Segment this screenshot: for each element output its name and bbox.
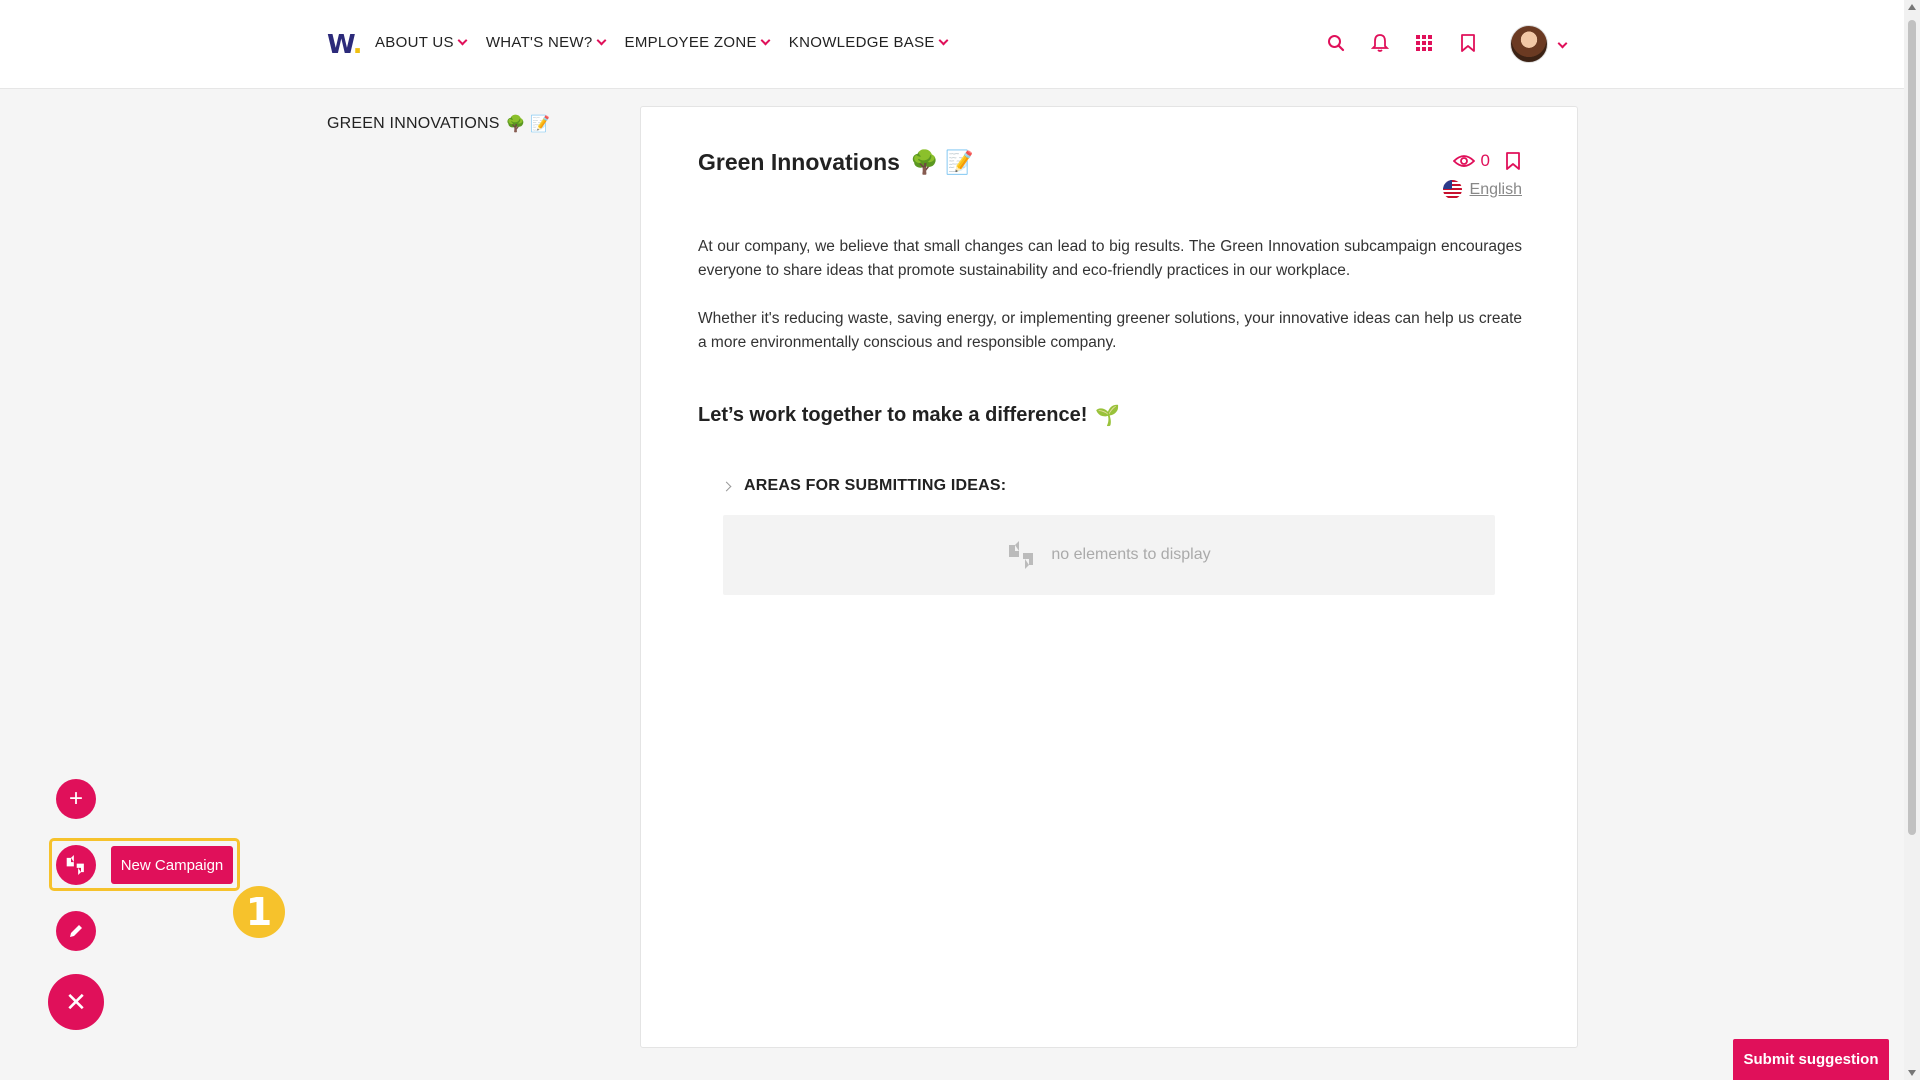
description-paragraph: At our company, we believe that small ch… (698, 238, 1522, 279)
breadcrumb-emoji: 🌳 📝 (505, 116, 551, 133)
language-selector[interactable]: English (1442, 180, 1522, 199)
title-emoji: 🌳 📝 (909, 149, 974, 175)
tutorial-step-badge: 1 (233, 886, 285, 938)
breadcrumb[interactable]: GREEN INNOVATIONS 🌳 📝 (327, 114, 551, 134)
nav-about-us[interactable]: ABOUT US (375, 34, 468, 51)
description-paragraph: Whether it's reducing waste, saving ener… (698, 310, 1522, 351)
new-campaign-button[interactable]: New Campaign (111, 846, 233, 884)
avatar[interactable] (1510, 25, 1548, 63)
new-campaign-icon-button[interactable] (56, 845, 96, 885)
chevron-down-icon (457, 35, 468, 46)
scroll-thumb[interactable] (1908, 20, 1916, 835)
pencil-icon (70, 925, 82, 937)
view-count: 0 (1480, 151, 1490, 170)
scroll-up-arrow[interactable] (1908, 4, 1916, 10)
ideas-icon (66, 855, 84, 875)
empty-state: no elements to display (723, 515, 1495, 595)
seedling-emoji: 🌱 (1095, 405, 1121, 427)
bookmark-icon[interactable] (1457, 30, 1479, 56)
top-icons (1325, 30, 1479, 56)
close-icon: ✕ (65, 986, 87, 1017)
chevron-down-icon (596, 35, 606, 46)
nav-whats-new[interactable]: WHAT'S NEW? (486, 34, 606, 51)
us-flag-icon (1442, 180, 1462, 199)
main-nav: ABOUT US WHAT'S NEW? EMPLOYEE ZONE KNOWL… (375, 34, 949, 51)
add-button[interactable]: + (56, 779, 96, 819)
bell-icon[interactable] (1369, 30, 1391, 56)
close-menu-button[interactable]: ✕ (48, 974, 104, 1030)
nav-employee-zone[interactable]: EMPLOYEE ZONE (625, 34, 771, 51)
bookmark-icon[interactable] (1504, 151, 1522, 171)
top-navigation-bar: W. ABOUT US WHAT'S NEW? EMPLOYEE ZONE KN… (0, 0, 1904, 89)
view-meta: 0 (1452, 151, 1522, 171)
apps-grid-icon[interactable] (1413, 30, 1435, 56)
section-heading: Let’s work together to make a difference… (698, 404, 1121, 427)
ideas-icon (1009, 541, 1034, 569)
campaign-description: At our company, we believe that small ch… (698, 235, 1522, 379)
areas-accordion-toggle[interactable]: AREAS FOR SUBMITTING IDEAS: (721, 477, 1006, 495)
submit-suggestion-button[interactable]: Submit suggestion (1733, 1039, 1889, 1080)
breadcrumb-label: GREEN INNOVATIONS (327, 115, 500, 132)
chevron-down-icon (938, 35, 949, 46)
edit-button[interactable] (56, 911, 96, 951)
chevron-right-icon (721, 481, 732, 491)
empty-state-text: no elements to display (1051, 546, 1211, 563)
nav-knowledge-base[interactable]: KNOWLEDGE BASE (789, 34, 949, 51)
page-title: Green Innovations 🌳 📝 (698, 149, 974, 175)
eye-icon (1452, 155, 1475, 167)
chevron-down-icon (760, 35, 771, 46)
chevron-down-icon[interactable] (1557, 38, 1568, 49)
search-icon[interactable] (1325, 30, 1347, 56)
scrollbar[interactable] (1904, 0, 1920, 1080)
language-label: English (1469, 180, 1522, 198)
scroll-down-arrow[interactable] (1908, 1070, 1916, 1076)
campaign-card: Green Innovations 🌳 📝 0 English At our c… (640, 106, 1578, 1048)
company-logo[interactable]: W. (327, 30, 362, 60)
